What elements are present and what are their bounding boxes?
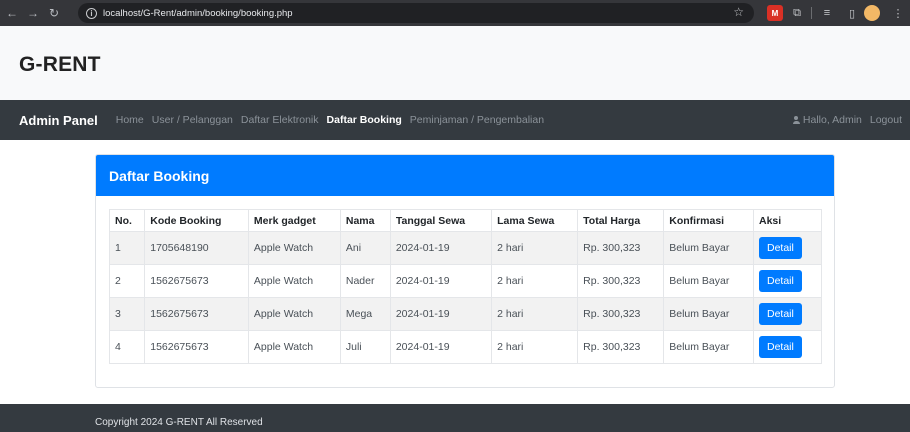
cell-aksi: Detail (752, 330, 823, 364)
cell-konfirmasi: Belum Bayar (663, 231, 754, 265)
nav-user-pelanggan[interactable]: User / Pelanggan (152, 114, 233, 126)
table-row: 4 1562675673 Apple Watch Juli 2024-01-19… (108, 330, 823, 364)
nav-peminjaman-pengembalian[interactable]: Peminjaman / Pengembalian (410, 114, 544, 126)
extension-icon[interactable]: M (767, 5, 783, 21)
profile-avatar[interactable] (864, 5, 880, 21)
nav-logout[interactable]: Logout (870, 114, 902, 126)
table-row: 3 1562675673 Apple Watch Mega 2024-01-19… (108, 297, 823, 331)
booking-table: No. Kode Booking Merk gadget Nama Tangga… (108, 209, 823, 364)
side-panel-icon[interactable]: ▯ (845, 5, 859, 21)
cell-konfirmasi: Belum Bayar (663, 330, 754, 364)
booking-card: Daftar Booking No. Kode Booking Merk gad… (95, 154, 835, 388)
menu-icon[interactable]: ⋮ (893, 5, 904, 21)
cell-kode: 1562675673 (144, 297, 249, 331)
cell-nama: Ani (339, 231, 391, 265)
forward-icon[interactable]: → (24, 6, 42, 20)
cell-tanggal: 2024-01-19 (389, 330, 493, 364)
col-tanggal-sewa: Tanggal Sewa (389, 209, 493, 232)
detail-button[interactable]: Detail (758, 336, 802, 358)
cell-tanggal: 2024-01-19 (389, 264, 493, 298)
cell-lama: 2 hari (491, 231, 579, 265)
cell-total: Rp. 300,323 (577, 330, 665, 364)
navbar-brand[interactable]: Admin Panel (19, 113, 98, 128)
cell-kode: 1705648190 (144, 231, 249, 265)
browser-toolbar: ← → ↻ i localhost/G-Rent/admin/booking/b… (0, 0, 910, 26)
puzzle-icon[interactable]: ⧉ (789, 5, 805, 21)
card-title: Daftar Booking (109, 167, 210, 184)
back-icon[interactable]: ← (3, 6, 21, 20)
cell-kode: 1562675673 (144, 264, 249, 298)
copyright-text: Copyright 2024 G-RENT All Reserved (95, 417, 263, 428)
col-konfirmasi: Konfirmasi (663, 209, 754, 232)
address-bar[interactable]: i localhost/G-Rent/admin/booking/booking… (78, 3, 754, 23)
brand-logo[interactable]: G-RENT (19, 53, 101, 77)
cell-aksi: Detail (752, 297, 823, 331)
cell-aksi: Detail (752, 231, 823, 265)
cell-tanggal: 2024-01-19 (389, 231, 493, 265)
cell-lama: 2 hari (491, 264, 579, 298)
cell-merk: Apple Watch (247, 297, 341, 331)
card-header: Daftar Booking (96, 155, 834, 196)
col-kode-booking: Kode Booking (144, 209, 249, 232)
nav-greeting[interactable]: Hallo, Admin (792, 114, 862, 126)
cell-aksi: Detail (752, 264, 823, 298)
nav-daftar-elektronik[interactable]: Daftar Elektronik (241, 114, 319, 126)
col-no: No. (108, 209, 146, 232)
cell-no: 3 (108, 297, 146, 331)
user-icon (792, 116, 800, 124)
cell-total: Rp. 300,323 (577, 264, 665, 298)
cell-lama: 2 hari (491, 297, 579, 331)
cell-merk: Apple Watch (247, 231, 341, 265)
cell-merk: Apple Watch (247, 330, 341, 364)
nav-daftar-booking[interactable]: Daftar Booking (327, 114, 402, 126)
toolbar-divider (811, 7, 812, 19)
reload-icon[interactable]: ↻ (45, 6, 63, 20)
col-nama: Nama (339, 209, 391, 232)
col-total-harga: Total Harga (577, 209, 665, 232)
page-footer: Copyright 2024 G-RENT All Reserved (0, 404, 910, 432)
col-merk-gadget: Merk gadget (247, 209, 341, 232)
cell-nama: Mega (339, 297, 391, 331)
detail-button[interactable]: Detail (758, 237, 802, 259)
cell-lama: 2 hari (491, 330, 579, 364)
cell-total: Rp. 300,323 (577, 231, 665, 265)
cell-no: 1 (108, 231, 146, 265)
nav-home[interactable]: Home (116, 114, 144, 126)
detail-button[interactable]: Detail (758, 270, 802, 292)
reading-list-icon[interactable]: ≡ (819, 5, 835, 21)
greeting-text: Hallo, Admin (802, 114, 862, 126)
site-info-icon[interactable]: i (86, 7, 97, 19)
table-row: 2 1562675673 Apple Watch Nader 2024-01-1… (108, 264, 823, 298)
detail-button[interactable]: Detail (758, 303, 802, 325)
cell-no: 4 (108, 330, 146, 364)
cell-no: 2 (108, 264, 146, 298)
cell-tanggal: 2024-01-19 (389, 297, 493, 331)
admin-navbar: Admin Panel Home User / Pelanggan Daftar… (0, 100, 910, 140)
cell-konfirmasi: Belum Bayar (663, 297, 754, 331)
cell-total: Rp. 300,323 (577, 297, 665, 331)
brand-header (0, 26, 910, 100)
cell-merk: Apple Watch (247, 264, 341, 298)
col-aksi: Aksi (752, 209, 823, 232)
table-row: 1 1705648190 Apple Watch Ani 2024-01-19 … (108, 231, 823, 265)
table-header-row: No. Kode Booking Merk gadget Nama Tangga… (108, 209, 823, 232)
cell-nama: Nader (339, 264, 391, 298)
cell-kode: 1562675673 (144, 330, 249, 364)
col-lama-sewa: Lama Sewa (491, 209, 579, 232)
star-icon[interactable]: ☆ (733, 5, 744, 19)
cell-konfirmasi: Belum Bayar (663, 264, 754, 298)
url-text[interactable]: localhost/G-Rent/admin/booking/booking.p… (103, 8, 293, 19)
cell-nama: Juli (339, 330, 391, 364)
